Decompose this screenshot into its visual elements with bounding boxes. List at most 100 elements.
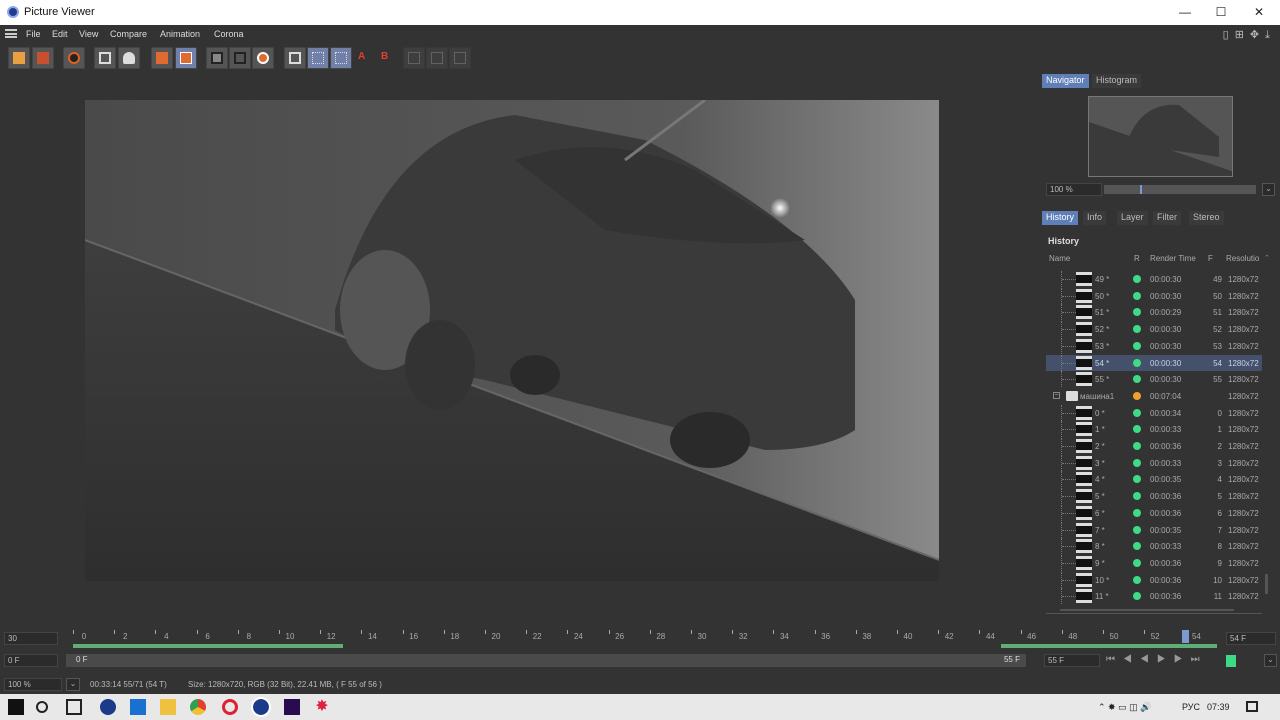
menu-compare[interactable]: Compare (110, 29, 147, 39)
open-icon[interactable] (8, 47, 30, 69)
range-bar[interactable]: 0 F 55 F (66, 654, 1026, 667)
history-row[interactable]: 0 * 00:00:34 0 1280x72 (1046, 404, 1262, 421)
history-row[interactable]: 8 * 00:00:33 8 1280x72 (1046, 538, 1262, 555)
chrome-icon[interactable] (190, 699, 206, 715)
history-row[interactable]: 7 * 00:00:35 7 1280x72 (1046, 521, 1262, 538)
grid1-icon[interactable] (403, 47, 425, 69)
cinema4d-viewer-icon[interactable] (251, 697, 271, 717)
explorer-icon[interactable] (160, 699, 176, 715)
opera-icon[interactable] (222, 699, 238, 715)
layers-icon[interactable] (175, 47, 197, 69)
history-row[interactable]: 2 * 00:00:36 2 1280x72 (1046, 438, 1262, 454)
split-a-icon[interactable] (307, 47, 329, 69)
save-icon[interactable] (32, 47, 54, 69)
collapse-icon[interactable]: − (1053, 391, 1060, 399)
grid2-icon[interactable] (426, 47, 448, 69)
zoom-slider[interactable] (1104, 185, 1256, 194)
region-color-icon[interactable] (252, 47, 274, 69)
render-icon[interactable] (63, 47, 85, 69)
history-row[interactable]: 9 * 00:00:36 9 1280x72 (1046, 554, 1262, 571)
tab-history[interactable]: History (1042, 211, 1079, 225)
history-row[interactable]: 4 * 00:00:35 4 1280x72 (1046, 471, 1262, 488)
corona-icon[interactable]: ✸ (314, 699, 330, 715)
layout-icons[interactable]: ▯⊞✥⤓ (1223, 28, 1276, 42)
hscroll-thumb[interactable] (1060, 609, 1234, 611)
col-resolution[interactable]: Resolutio (1226, 254, 1259, 263)
loop-icon[interactable] (1226, 655, 1236, 667)
grid3-icon[interactable] (449, 47, 471, 69)
history-folder-row[interactable]: − машина1 00:07:04 1280x72 (1046, 388, 1262, 404)
col-r[interactable]: R (1134, 254, 1140, 263)
history-row[interactable]: 3 * 00:00:33 3 1280x72 (1046, 454, 1262, 471)
frame-thumbnail (1076, 439, 1092, 453)
history-row[interactable]: 49 * 00:00:30 49 1280x72 (1046, 271, 1262, 287)
status-zoom-field[interactable]: 100 % (4, 678, 62, 691)
history-row[interactable]: 51 * 00:00:29 51 1280x72 (1046, 304, 1262, 321)
history-row[interactable]: 54 * 00:00:30 54 1280x72 (1046, 354, 1262, 371)
col-name[interactable]: Name (1049, 254, 1070, 263)
history-row[interactable]: 11 * 00:00:36 11 1280x72 (1046, 588, 1262, 605)
menu-edit[interactable]: Edit (52, 29, 68, 39)
tray-language[interactable]: РУС (1182, 702, 1200, 712)
region-icon[interactable] (206, 47, 228, 69)
tab-filter[interactable]: Filter (1153, 211, 1181, 225)
zoom-input[interactable]: 100 % (1046, 183, 1102, 196)
history-row[interactable]: 55 * 00:00:30 55 1280x72 (1046, 371, 1262, 388)
chevron-down-icon[interactable]: ⌄ (66, 678, 80, 691)
tab-stereo[interactable]: Stereo (1189, 211, 1224, 225)
close-button[interactable]: ✕ (1240, 0, 1278, 25)
history-row[interactable]: 10 * 00:00:36 10 1280x72 (1046, 571, 1262, 588)
maximize-button[interactable]: ☐ (1202, 0, 1240, 25)
navigator-thumbnail[interactable] (1088, 96, 1233, 177)
current-frame-field[interactable]: 55 F (1044, 654, 1100, 667)
start-icon[interactable] (8, 699, 24, 715)
taskview-icon[interactable] (66, 699, 82, 715)
col-frame[interactable]: F (1208, 254, 1213, 263)
user-icon[interactable] (118, 47, 140, 69)
chevron-down-icon[interactable]: ⌄ (1262, 183, 1275, 196)
split-b-icon[interactable] (330, 47, 352, 69)
premiere-icon[interactable] (284, 699, 300, 715)
tab-navigator[interactable]: Navigator (1042, 74, 1089, 88)
search-icon[interactable] (36, 701, 48, 713)
cinema4d-icon[interactable] (100, 699, 116, 715)
hamburger-menu-icon[interactable] (5, 29, 17, 38)
history-hscrollbar[interactable] (1046, 606, 1262, 614)
playback-controls[interactable]: ⏮◀◀▶▶⏭ (1106, 654, 1208, 665)
history-row[interactable]: 5 * 00:00:36 5 1280x72 (1046, 488, 1262, 505)
fps-field[interactable]: 30 (4, 632, 58, 645)
export-icon[interactable] (151, 47, 173, 69)
menu-animation[interactable]: Animation (160, 29, 200, 39)
minimize-button[interactable]: — (1166, 0, 1204, 25)
chevron-down-icon[interactable]: ⌄ (1264, 654, 1277, 667)
menu-view[interactable]: View (79, 29, 98, 39)
tab-histogram[interactable]: Histogram (1092, 74, 1142, 88)
tab-layer[interactable]: Layer (1117, 211, 1148, 225)
zoom-slider-handle[interactable] (1140, 185, 1142, 194)
end-frame-field[interactable]: 54 F (1226, 632, 1276, 645)
history-row[interactable]: 1 * 00:00:33 1 1280x72 (1046, 421, 1262, 438)
notifications-icon[interactable] (1246, 701, 1258, 712)
menu-corona[interactable]: Corona (214, 29, 244, 39)
history-row[interactable]: 50 * 00:00:30 50 1280x72 (1046, 287, 1262, 304)
compare-icon[interactable] (284, 47, 306, 69)
region-alt-icon[interactable] (229, 47, 251, 69)
history-scrollbar[interactable]: ⌃ (1264, 254, 1270, 604)
scroll-thumb[interactable] (1265, 574, 1268, 594)
playhead-handle[interactable] (1182, 630, 1189, 643)
tray-icons[interactable]: ⌃ ✸ ▭ ◫ 🔊 (1098, 702, 1151, 713)
history-row[interactable]: 53 * 00:00:30 53 1280x72 (1046, 337, 1262, 354)
crop-icon[interactable] (94, 47, 116, 69)
mail-icon[interactable] (130, 699, 146, 715)
history-row[interactable]: 6 * 00:00:36 6 1280x72 (1046, 504, 1262, 521)
start-frame-field[interactable]: 0 F (4, 654, 58, 667)
history-row[interactable]: 52 * 00:00:30 52 1280x72 (1046, 321, 1262, 338)
col-render-time[interactable]: Render Time (1150, 254, 1196, 263)
swap-b-icon[interactable]: B (377, 47, 399, 69)
rendered-image[interactable] (85, 100, 939, 581)
menu-file[interactable]: File (26, 29, 41, 39)
scroll-up-icon[interactable]: ⌃ (1264, 254, 1270, 262)
tray-clock[interactable]: 07:39 (1207, 702, 1230, 712)
swap-a-icon[interactable]: A (354, 47, 376, 69)
tab-info[interactable]: Info (1083, 211, 1107, 225)
